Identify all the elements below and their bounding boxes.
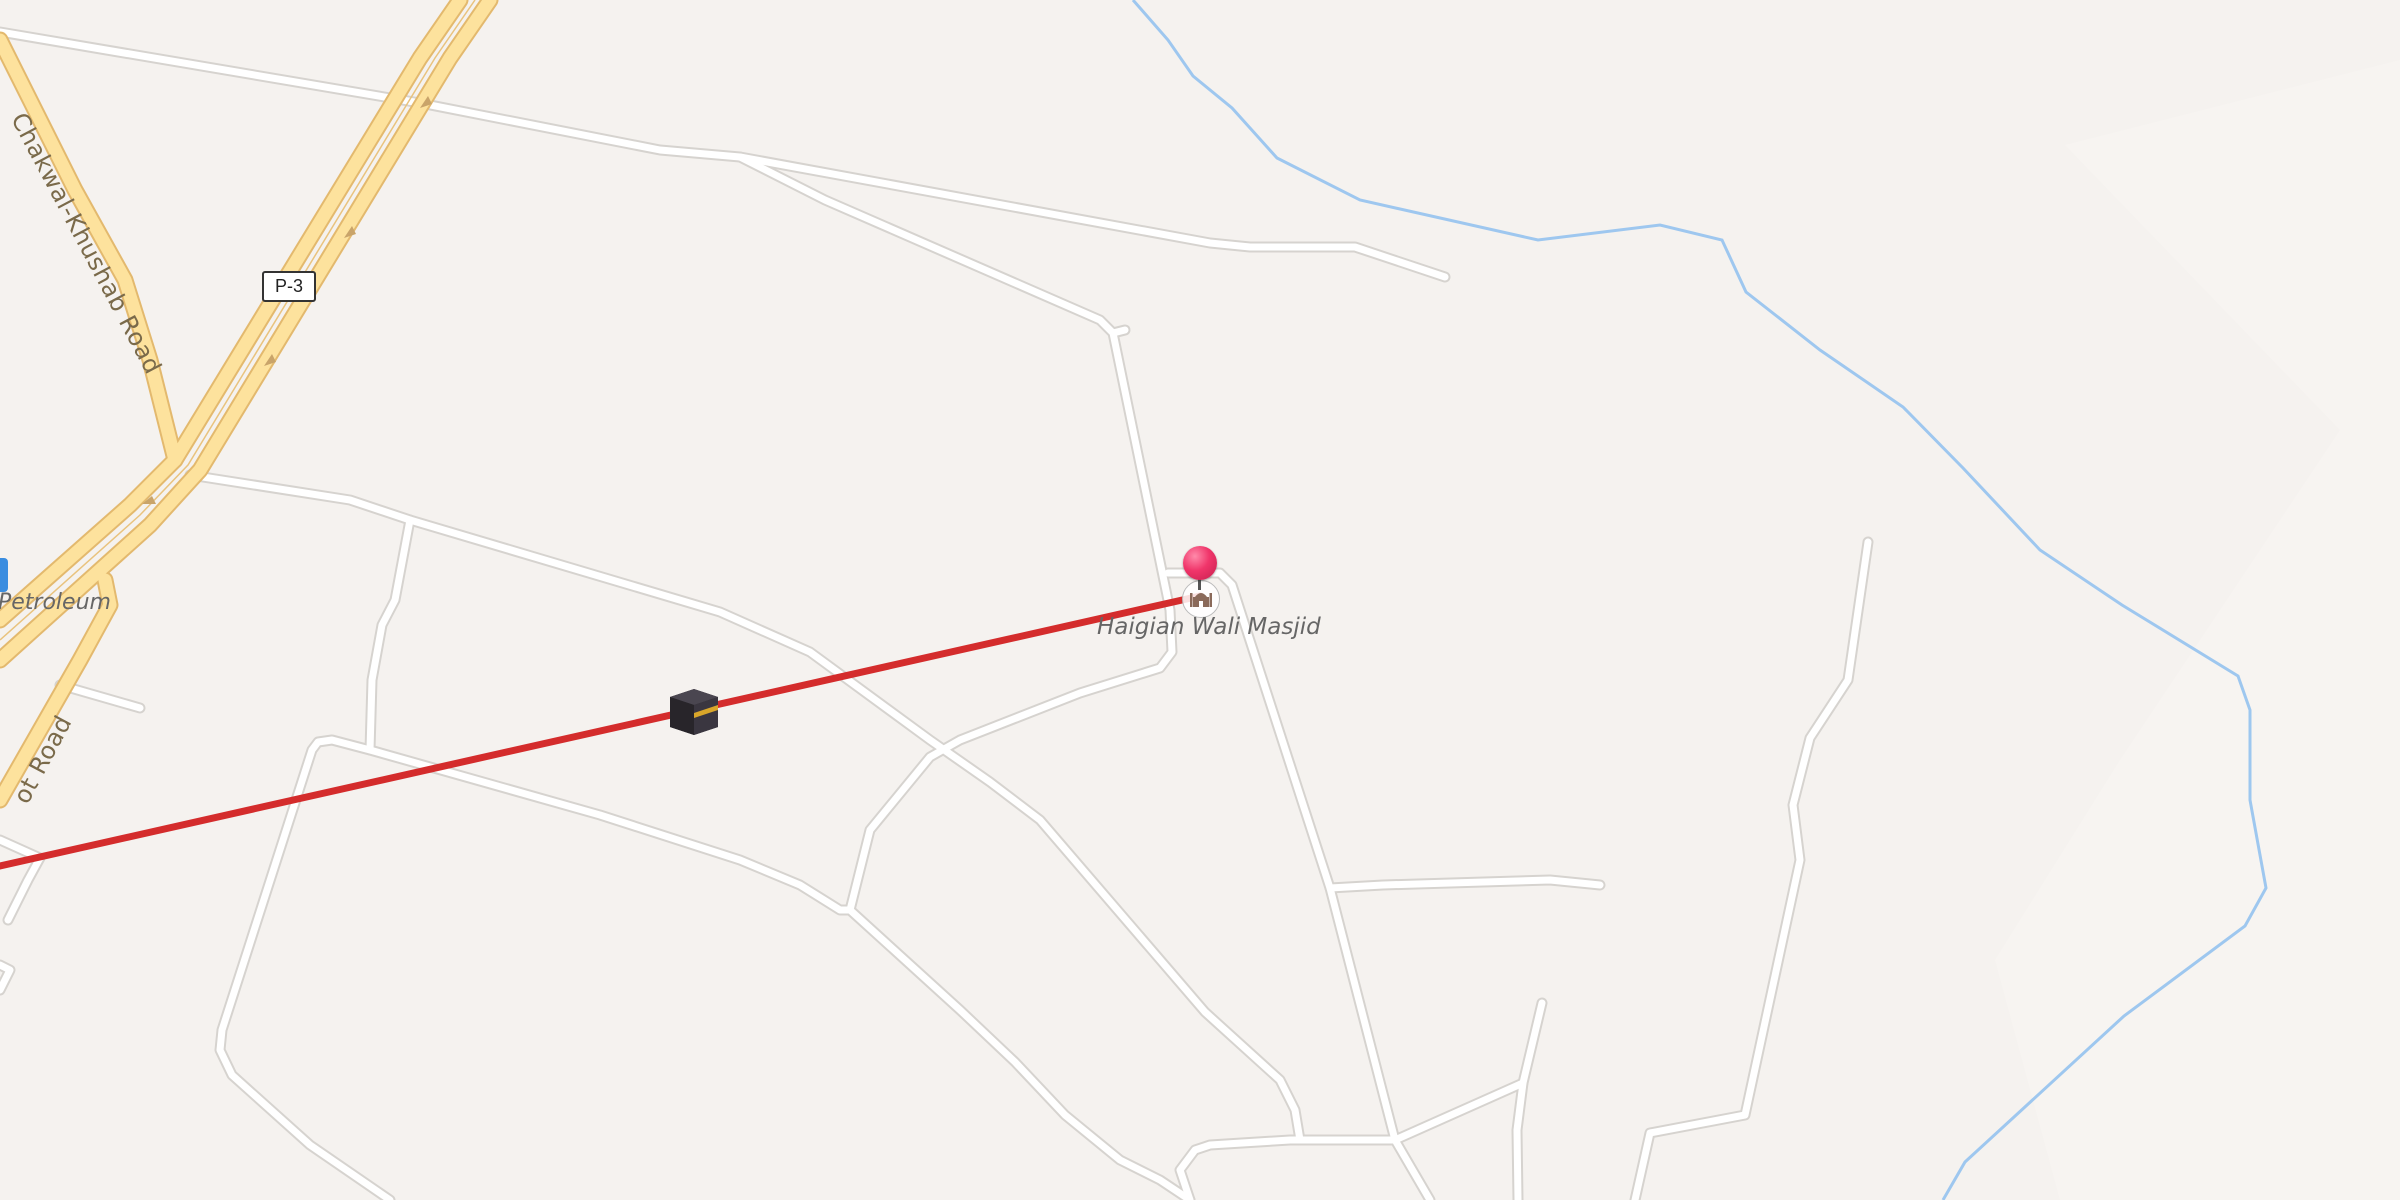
route-shield-p3: P-3 bbox=[262, 271, 316, 302]
qibla-direction-line bbox=[0, 592, 1204, 870]
red-pin-icon[interactable] bbox=[1183, 546, 1217, 580]
poi-label[interactable]: Haigian Wali Masjid bbox=[1097, 614, 1321, 640]
kaaba-icon[interactable] bbox=[666, 683, 722, 739]
petroleum-label: Petroleum bbox=[0, 590, 111, 615]
mosque-glyph bbox=[1190, 593, 1212, 607]
major-roads bbox=[0, 0, 497, 807]
mosque-icon[interactable] bbox=[1182, 580, 1220, 618]
minor-roads bbox=[0, 28, 1872, 1200]
land-shade bbox=[1995, 60, 2400, 1200]
fuel-station-icon[interactable] bbox=[0, 558, 8, 592]
minor-road-casings bbox=[0, 26, 1874, 1200]
map-canvas[interactable]: Chakwal-Khushab Road ot Road Petroleum P… bbox=[0, 0, 2400, 1200]
kaaba-glyph bbox=[670, 689, 718, 735]
